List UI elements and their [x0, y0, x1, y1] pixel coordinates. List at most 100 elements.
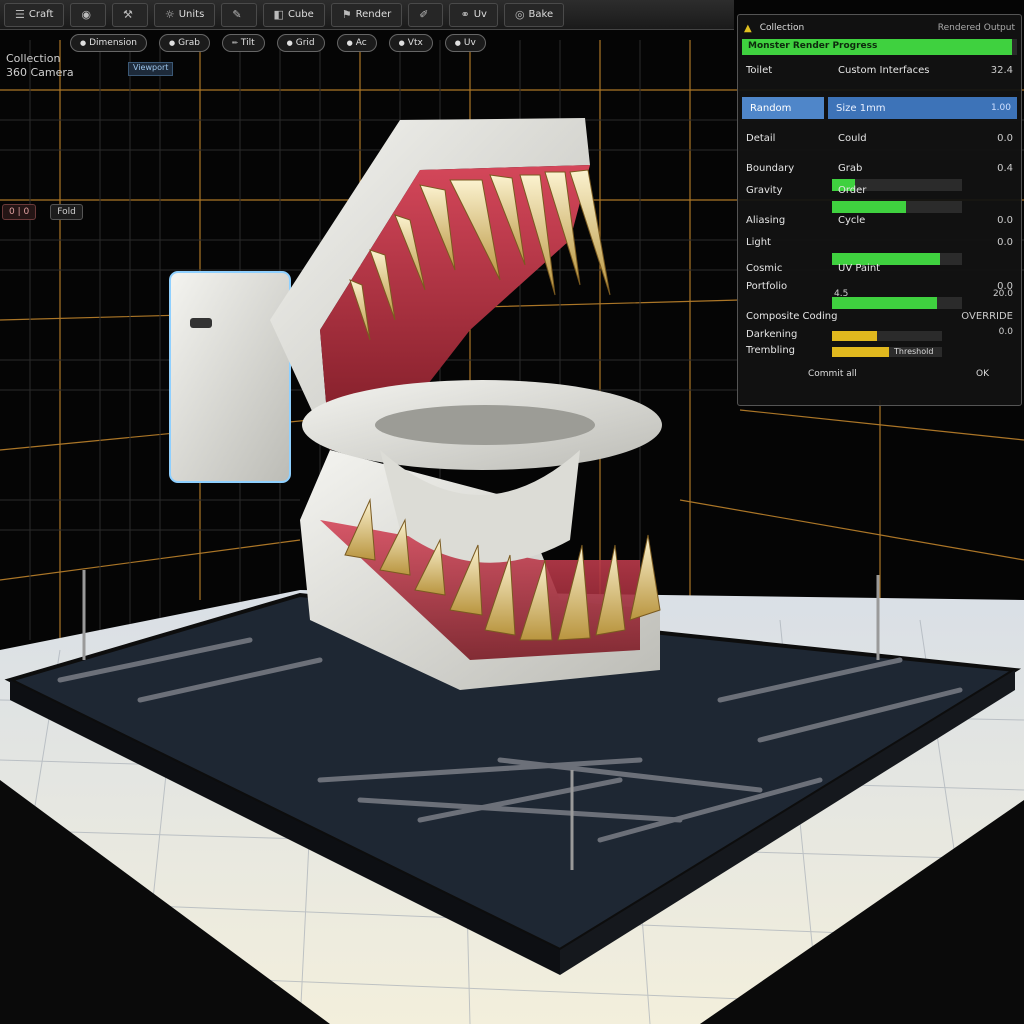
- camera-icon: ◉: [81, 8, 91, 21]
- property-slider[interactable]: [832, 201, 962, 213]
- circle-icon: ●: [286, 39, 293, 47]
- pill-5[interactable]: ● Vtx: [388, 34, 433, 52]
- fold-badge[interactable]: Fold: [50, 204, 83, 220]
- row-key: Trembling: [746, 345, 796, 356]
- circle-icon: ●: [454, 39, 461, 47]
- toilet-tank: [169, 271, 291, 483]
- toolbar-button-8[interactable]: ⚭ Uv: [449, 2, 498, 27]
- eye-icon: ◎: [514, 8, 525, 21]
- row-value: Order: [838, 185, 867, 196]
- top-toolbar: ☰ Craft ◉ ⚒ ☼ Units ✎ ◧ Cube ⚑ Render ✐ ⚭ Uv ◎ Bake: [0, 0, 734, 30]
- circle-icon: ●: [168, 39, 176, 47]
- row-key: Cosmic: [746, 263, 783, 274]
- pill-2[interactable]: ✏ Tilt: [221, 34, 265, 52]
- property-slider-fill: [832, 201, 907, 213]
- row-key: Portfolio: [746, 281, 788, 292]
- sun-icon: ☼: [164, 8, 175, 21]
- toolbar-button-label: Uv: [473, 9, 487, 20]
- toolbar-button-6[interactable]: ⚑ Render: [330, 2, 403, 27]
- toolbar-button-2[interactable]: ⚒: [111, 2, 148, 27]
- pill-label: Dimension: [89, 38, 137, 48]
- row-number: 0.0: [997, 237, 1013, 248]
- size-field[interactable]: Size 1mm 1.00: [828, 97, 1017, 119]
- yellow-slider-fill: [832, 347, 890, 357]
- row-key: Toilet: [746, 65, 773, 76]
- outliner-title: Collection 360 Camera: [6, 52, 74, 80]
- warning-icon: ▲: [744, 22, 752, 34]
- row-number: 0.4: [997, 163, 1013, 174]
- outliner-collection-label: Collection: [6, 52, 61, 65]
- brush-icon: ✎: [232, 8, 242, 21]
- pill-label: Grab: [178, 38, 200, 48]
- row-number: 0.0: [997, 133, 1013, 144]
- property-slider[interactable]: [832, 297, 962, 309]
- toolbar-button-label: Cube: [287, 9, 314, 20]
- size-field-number: 1.00: [990, 103, 1011, 113]
- yellow-slider[interactable]: [832, 331, 942, 341]
- frame-badges: 0 | 0 Fold: [2, 204, 83, 220]
- row-number: 0.0: [997, 215, 1013, 226]
- row-number: 32.4: [990, 65, 1013, 76]
- ok-button[interactable]: OK: [976, 369, 989, 379]
- flag-icon: ⚑: [341, 8, 352, 21]
- random-tab[interactable]: Random: [742, 97, 824, 119]
- section-right: OVERRIDE: [961, 311, 1013, 322]
- toolbar-button-9[interactable]: ◎ Bake: [503, 2, 565, 27]
- outliner-camera-label[interactable]: 360 Camera: [6, 66, 74, 80]
- toolbar-button-label: Render: [355, 9, 392, 20]
- viewport-tag[interactable]: Viewport: [128, 62, 174, 76]
- pill-label: Tilt: [240, 38, 255, 48]
- row-value: Grab: [838, 163, 863, 174]
- pill-label: Uv: [463, 38, 476, 48]
- panel-header-title[interactable]: Collection: [760, 23, 805, 33]
- render-progress-label: Monster Render Progress: [748, 41, 878, 51]
- pill-4[interactable]: ● Ac: [336, 34, 377, 52]
- render-progress-bar: Monster Render Progress: [742, 39, 1017, 55]
- row-key: Detail: [746, 133, 776, 144]
- pencil-icon: ✏: [231, 39, 238, 47]
- wrench-icon: ⚒: [122, 8, 133, 21]
- yellow-slider[interactable]: Threshold: [832, 347, 942, 357]
- panel-header-detail: Rendered Output: [937, 23, 1015, 33]
- commit-all-button[interactable]: Commit all: [808, 369, 857, 379]
- section-number: 0.0: [998, 327, 1013, 337]
- section-title: Composite Coding: [746, 311, 838, 322]
- pill-1[interactable]: ● Grab: [158, 34, 210, 52]
- row-value: Cycle: [838, 215, 866, 226]
- toolbar-button-3[interactable]: ☼ Units: [153, 2, 216, 27]
- row-value: Could: [838, 133, 867, 144]
- row-key: Boundary: [746, 163, 795, 174]
- toolbar-button-label: Units: [178, 9, 205, 20]
- header-pill-row: ● Dimension ● Grab ✏ Tilt ● Grid ● Ac ● Vtx ● Uv: [70, 34, 486, 52]
- active-property-row: Random Size 1mm 1.00: [742, 97, 1017, 119]
- frame-counter-badge[interactable]: 0 | 0: [2, 204, 37, 220]
- row-key: Aliasing: [746, 215, 786, 226]
- pill-label: Grid: [295, 38, 315, 48]
- pill-label: Ac: [355, 38, 367, 48]
- toolbar-button-label: Craft: [28, 9, 54, 20]
- toolbar-button-1[interactable]: ◉: [70, 2, 106, 27]
- toolbar-button-7[interactable]: ✐: [408, 2, 444, 27]
- sub-number: 20.0: [992, 289, 1013, 299]
- yellow-slider-label: Threshold: [894, 347, 934, 356]
- pen-icon: ✐: [419, 8, 429, 21]
- cube-icon: ◧: [273, 8, 284, 21]
- row-key: Light: [746, 237, 771, 248]
- pill-6[interactable]: ● Uv: [444, 34, 486, 52]
- yellow-slider-fill: [832, 331, 878, 341]
- panel-header: ▲ Collection Rendered Output: [744, 19, 1015, 37]
- row-value: Custom Interfaces: [838, 65, 930, 76]
- menu-icon: ☰: [15, 8, 25, 21]
- pill-3[interactable]: ● Grid: [276, 34, 325, 52]
- toolbar-button-4[interactable]: ✎: [221, 2, 257, 27]
- circle-icon: ●: [346, 39, 353, 47]
- circle-icon: ●: [398, 39, 405, 47]
- link-icon: ⚭: [460, 8, 470, 21]
- toolbar-button-0[interactable]: ☰ Craft: [4, 2, 65, 27]
- row-key: Gravity: [746, 185, 783, 196]
- toolbar-button-5[interactable]: ◧ Cube: [262, 2, 325, 27]
- circle-icon: ●: [80, 39, 87, 47]
- pill-0[interactable]: ● Dimension: [70, 34, 147, 52]
- row-value: UV Paint: [838, 263, 881, 274]
- properties-panel: ▲ Collection Rendered Output Monster Ren…: [737, 14, 1022, 406]
